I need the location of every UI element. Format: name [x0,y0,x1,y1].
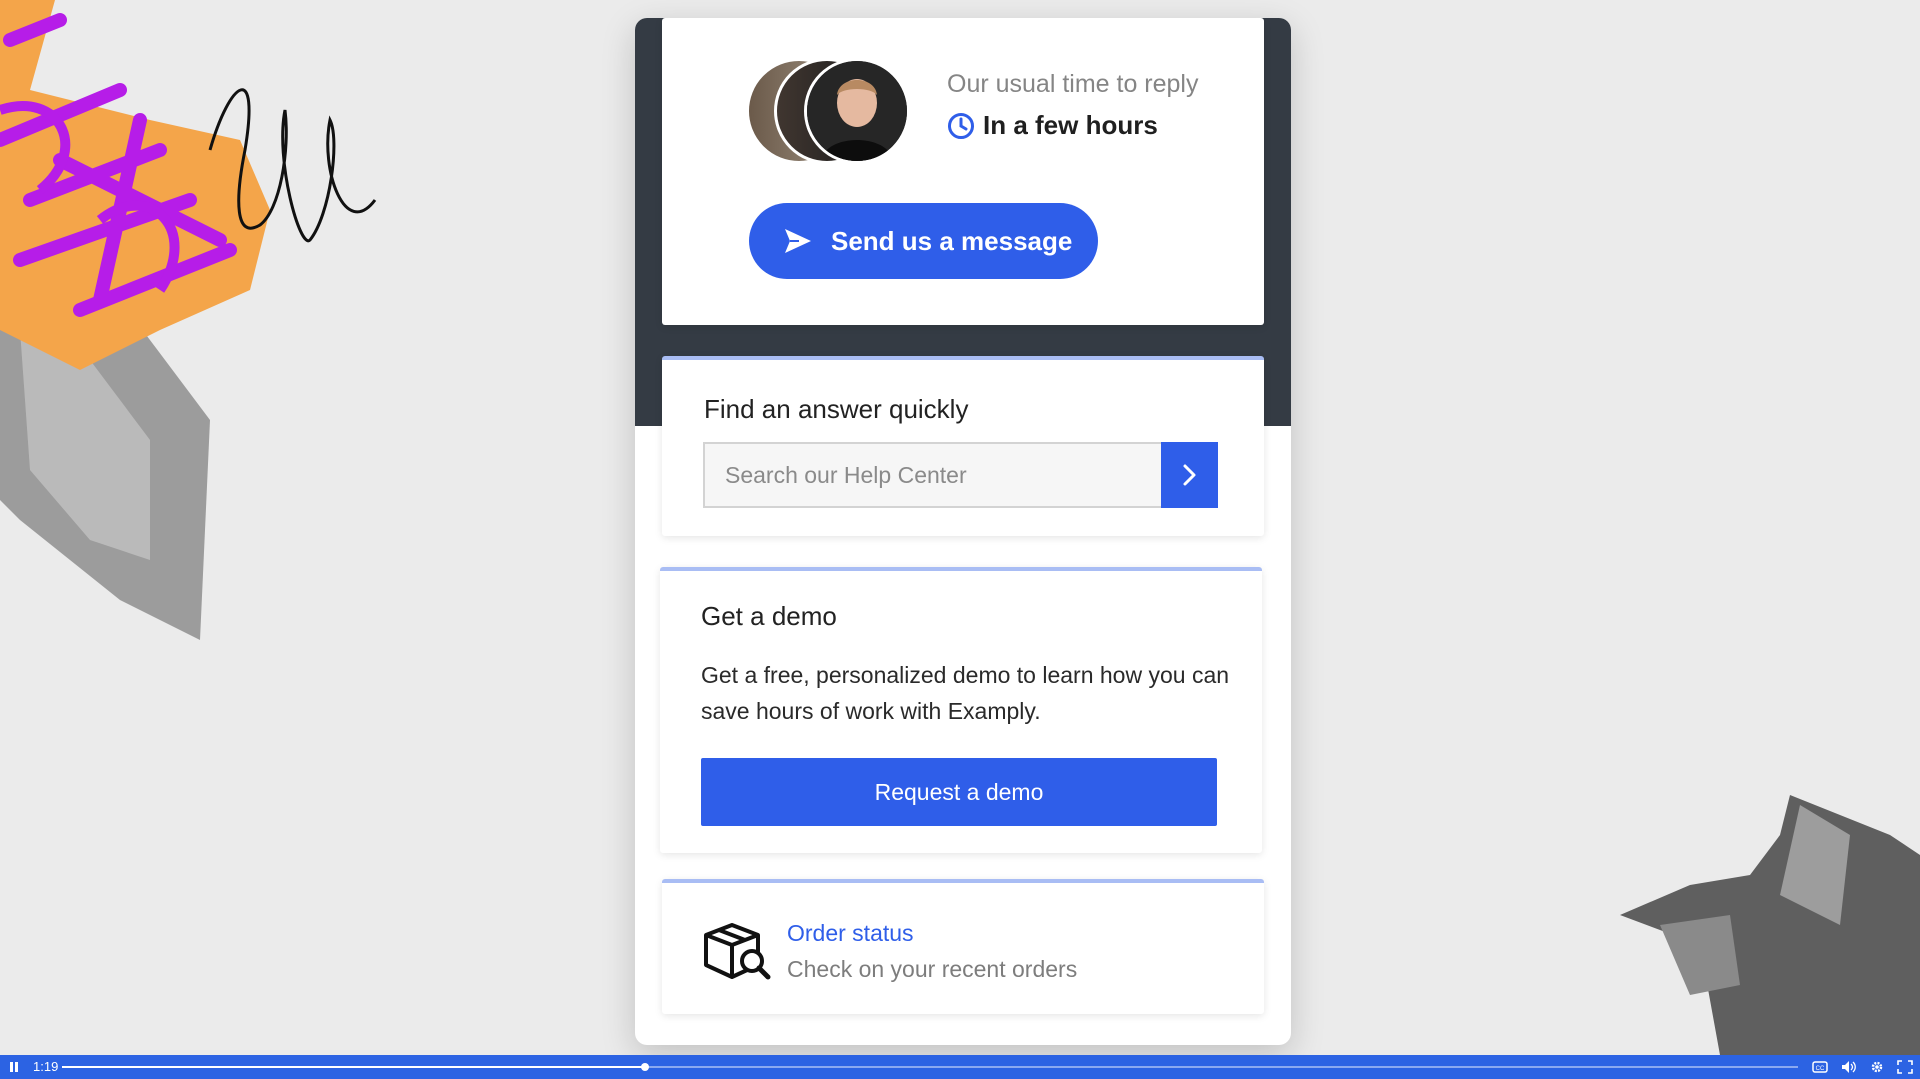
progress-handle[interactable] [641,1063,650,1071]
settings-icon[interactable] [1868,1059,1886,1075]
clock-icon [948,112,974,139]
order-status-link[interactable]: Order status [787,920,914,947]
order-status-card[interactable]: Order status Check on your recent orders [662,879,1264,1014]
fullscreen-icon[interactable] [1896,1059,1914,1075]
chat-widget: Our usual time to reply In a few hours S… [635,18,1291,1045]
demo-card-title: Get a demo [701,601,837,631]
demo-description: Get a free, personalized demo to learn h… [701,662,1230,724]
send-message-label: Send us a message [831,225,1073,256]
svg-text:CC: CC [1816,1066,1825,1072]
volume-icon[interactable] [1840,1059,1858,1075]
pause-icon[interactable] [9,1061,19,1073]
request-demo-button[interactable]: Request a demo [701,758,1217,826]
demo-card: Get a demo Get a free, personalized demo… [660,567,1262,853]
avatar-portrait [807,61,907,161]
order-status-subtitle: Check on your recent orders [787,956,1078,982]
help-search-input[interactable] [703,442,1161,508]
decorative-collage-left [0,0,377,640]
playback-time: 1:19 [33,1059,59,1074]
captions-icon[interactable]: CC [1811,1059,1829,1075]
progress-fill [62,1066,646,1068]
reply-time-value: In a few hours [947,110,1158,141]
send-icon [785,229,811,253]
reply-time-text: In a few hours [983,110,1158,140]
package-search-icon [704,923,771,980]
video-player-bar: 1:19 CC [0,1055,1920,1079]
search-card-title: Find an answer quickly [704,394,969,424]
chevron-right-icon [1183,464,1195,486]
send-message-button[interactable]: Send us a message [749,203,1098,279]
avatar [804,58,910,164]
search-submit-button[interactable] [1161,442,1218,508]
help-search-card: Find an answer quickly [662,356,1264,536]
reply-time-label: Our usual time to reply [947,70,1199,98]
decorative-collage-right [1620,795,1920,1055]
progress-track[interactable] [62,1063,1798,1071]
reply-time-card: Our usual time to reply In a few hours S… [662,18,1264,325]
